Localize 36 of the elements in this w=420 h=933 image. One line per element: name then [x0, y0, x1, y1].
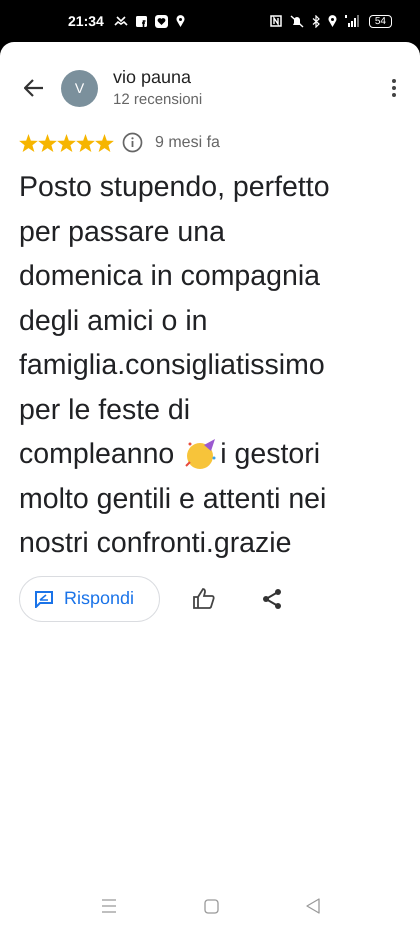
battery-indicator: 54: [368, 14, 392, 28]
menu-icon[interactable]: [100, 899, 116, 913]
reply-button[interactable]: Rispondi: [19, 576, 160, 622]
info-icon[interactable]: [122, 132, 143, 153]
party-emoji-icon: [184, 438, 218, 470]
review-text: per le feste di: [19, 392, 190, 428]
review-count: 12 recensioni: [113, 90, 204, 110]
review-text: nostri confronti.grazie: [19, 526, 292, 561]
thumbs-up-icon[interactable]: [193, 588, 215, 609]
location-icon: [328, 15, 337, 27]
reply-icon: [34, 590, 54, 608]
review-text: Posto stupendo, perfetto: [19, 170, 330, 205]
back-arrow-icon[interactable]: [24, 79, 44, 97]
review-text: molto gentili e attenti nei: [19, 482, 326, 516]
location-icon: [176, 15, 185, 27]
mute-icon: [290, 14, 304, 28]
share-icon[interactable]: [263, 588, 281, 608]
review-text: degli amici o in: [19, 304, 208, 338]
signal-icon: [344, 15, 361, 27]
heart-icon: [154, 14, 168, 28]
review-date: 9 mesi fa: [155, 134, 220, 152]
home-icon[interactable]: [204, 898, 218, 914]
reviewer-name: vio pauna: [113, 66, 192, 88]
status-time: 21:34: [68, 13, 104, 29]
missed-call-icon: [114, 15, 128, 27]
nfc-icon: [270, 15, 282, 27]
review-text: per passare una: [19, 214, 225, 250]
avatar: V: [61, 70, 98, 106]
back-icon[interactable]: [306, 898, 320, 914]
bluetooth-icon: [312, 14, 320, 28]
more-options-icon[interactable]: [392, 79, 396, 97]
review-text: i gestori: [220, 437, 320, 472]
review-text: domenica in compagnia: [19, 259, 320, 294]
app-icon: [136, 16, 147, 26]
review-text: compleanno: [19, 437, 174, 472]
review-text: famiglia.consigliatissimo: [19, 348, 325, 383]
